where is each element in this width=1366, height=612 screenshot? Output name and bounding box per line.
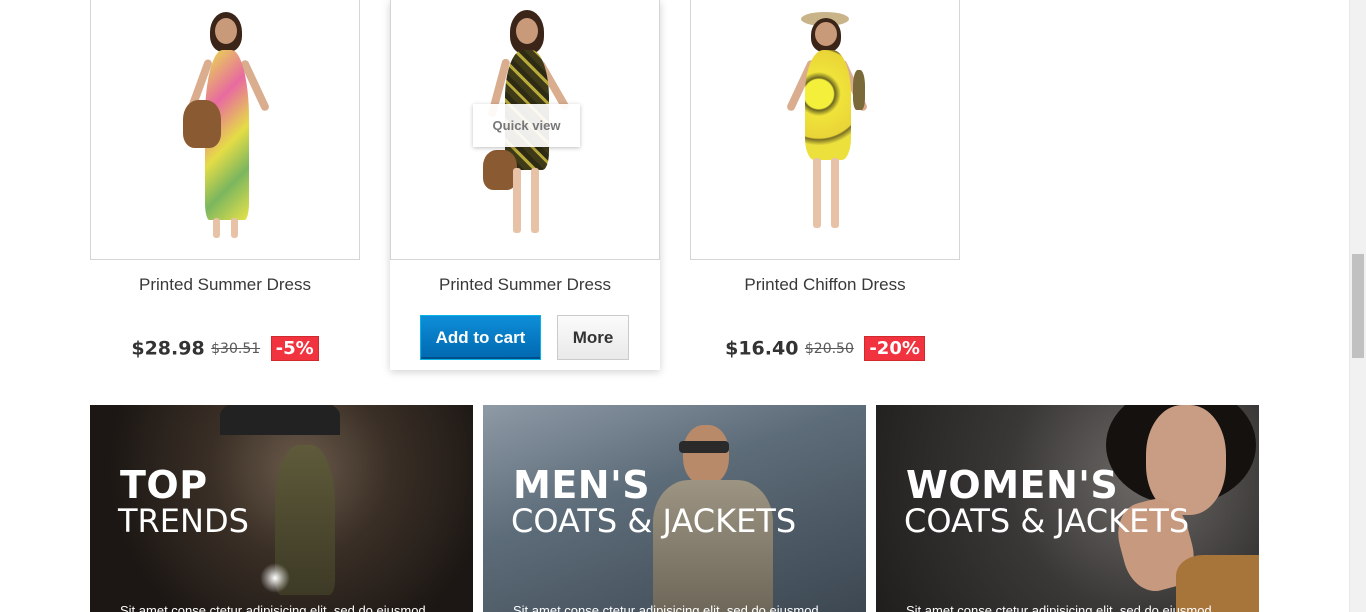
product-name[interactable]: Printed Summer Dress — [390, 275, 660, 295]
discount-badge: -5% — [270, 336, 319, 361]
banner-title: MEN'S — [513, 463, 651, 507]
dress-photo — [765, 10, 885, 245]
light-flare — [260, 563, 290, 593]
old-price: $20.50 — [804, 340, 854, 357]
product-card[interactable]: Printed Summer Dress $28.98 $30.51 -5% — [90, 0, 360, 361]
price-row: $28.98 $30.51 -5% — [90, 336, 360, 361]
banner-mens-coats[interactable]: MEN'S COATS & JACKETS Sit amet conse cte… — [483, 405, 866, 612]
scrollbar-thumb[interactable] — [1352, 254, 1364, 358]
coat — [653, 480, 773, 612]
banner-title: WOMEN'S — [906, 463, 1119, 507]
product-image[interactable]: Quick view — [390, 0, 660, 260]
old-price: $30.51 — [211, 340, 261, 357]
banner-photo — [683, 425, 729, 485]
banner-description: Sit amet conse ctetur adipisicing elit, … — [120, 603, 426, 612]
banner-subtitle: COATS & JACKETS — [904, 502, 1190, 540]
discount-badge: -20% — [864, 336, 925, 361]
product-image[interactable] — [90, 0, 360, 260]
product-name[interactable]: Printed Chiffon Dress — [690, 275, 960, 295]
dress-photo — [165, 10, 285, 245]
price-row: $16.40 $20.50 -20% — [690, 336, 960, 361]
product-card[interactable]: Printed Chiffon Dress $16.40 $20.50 -20% — [690, 0, 960, 361]
product-price: $16.40 — [725, 337, 799, 360]
button-row: Add to cart More — [390, 315, 660, 360]
quick-view-button[interactable]: Quick view — [473, 104, 580, 147]
banner-top-trends[interactable]: TOP TRENDS Sit amet conse ctetur adipisi… — [90, 405, 473, 612]
banner-title: TOP — [120, 463, 208, 507]
product-image[interactable] — [690, 0, 960, 260]
vertical-scrollbar[interactable] — [1349, 0, 1366, 612]
sunglasses — [679, 441, 729, 453]
banner-subtitle: COATS & JACKETS — [511, 502, 797, 540]
banner-subtitle: TRENDS — [118, 502, 249, 540]
more-button[interactable]: More — [557, 315, 629, 360]
banner-womens-coats[interactable]: WOMEN'S COATS & JACKETS Sit amet conse c… — [876, 405, 1259, 612]
add-to-cart-button[interactable]: Add to cart — [420, 315, 541, 360]
banner-description: Sit amet conse ctetur adipisicing elit, … — [513, 603, 819, 612]
product-name[interactable]: Printed Summer Dress — [90, 275, 360, 295]
product-card[interactable]: Quick view Printed Summer Dress Add to c… — [390, 0, 660, 370]
product-price: $28.98 — [131, 337, 205, 360]
banner-description: Sit amet conse ctetur adipisicing elit, … — [906, 603, 1212, 612]
umbrella — [220, 405, 340, 435]
